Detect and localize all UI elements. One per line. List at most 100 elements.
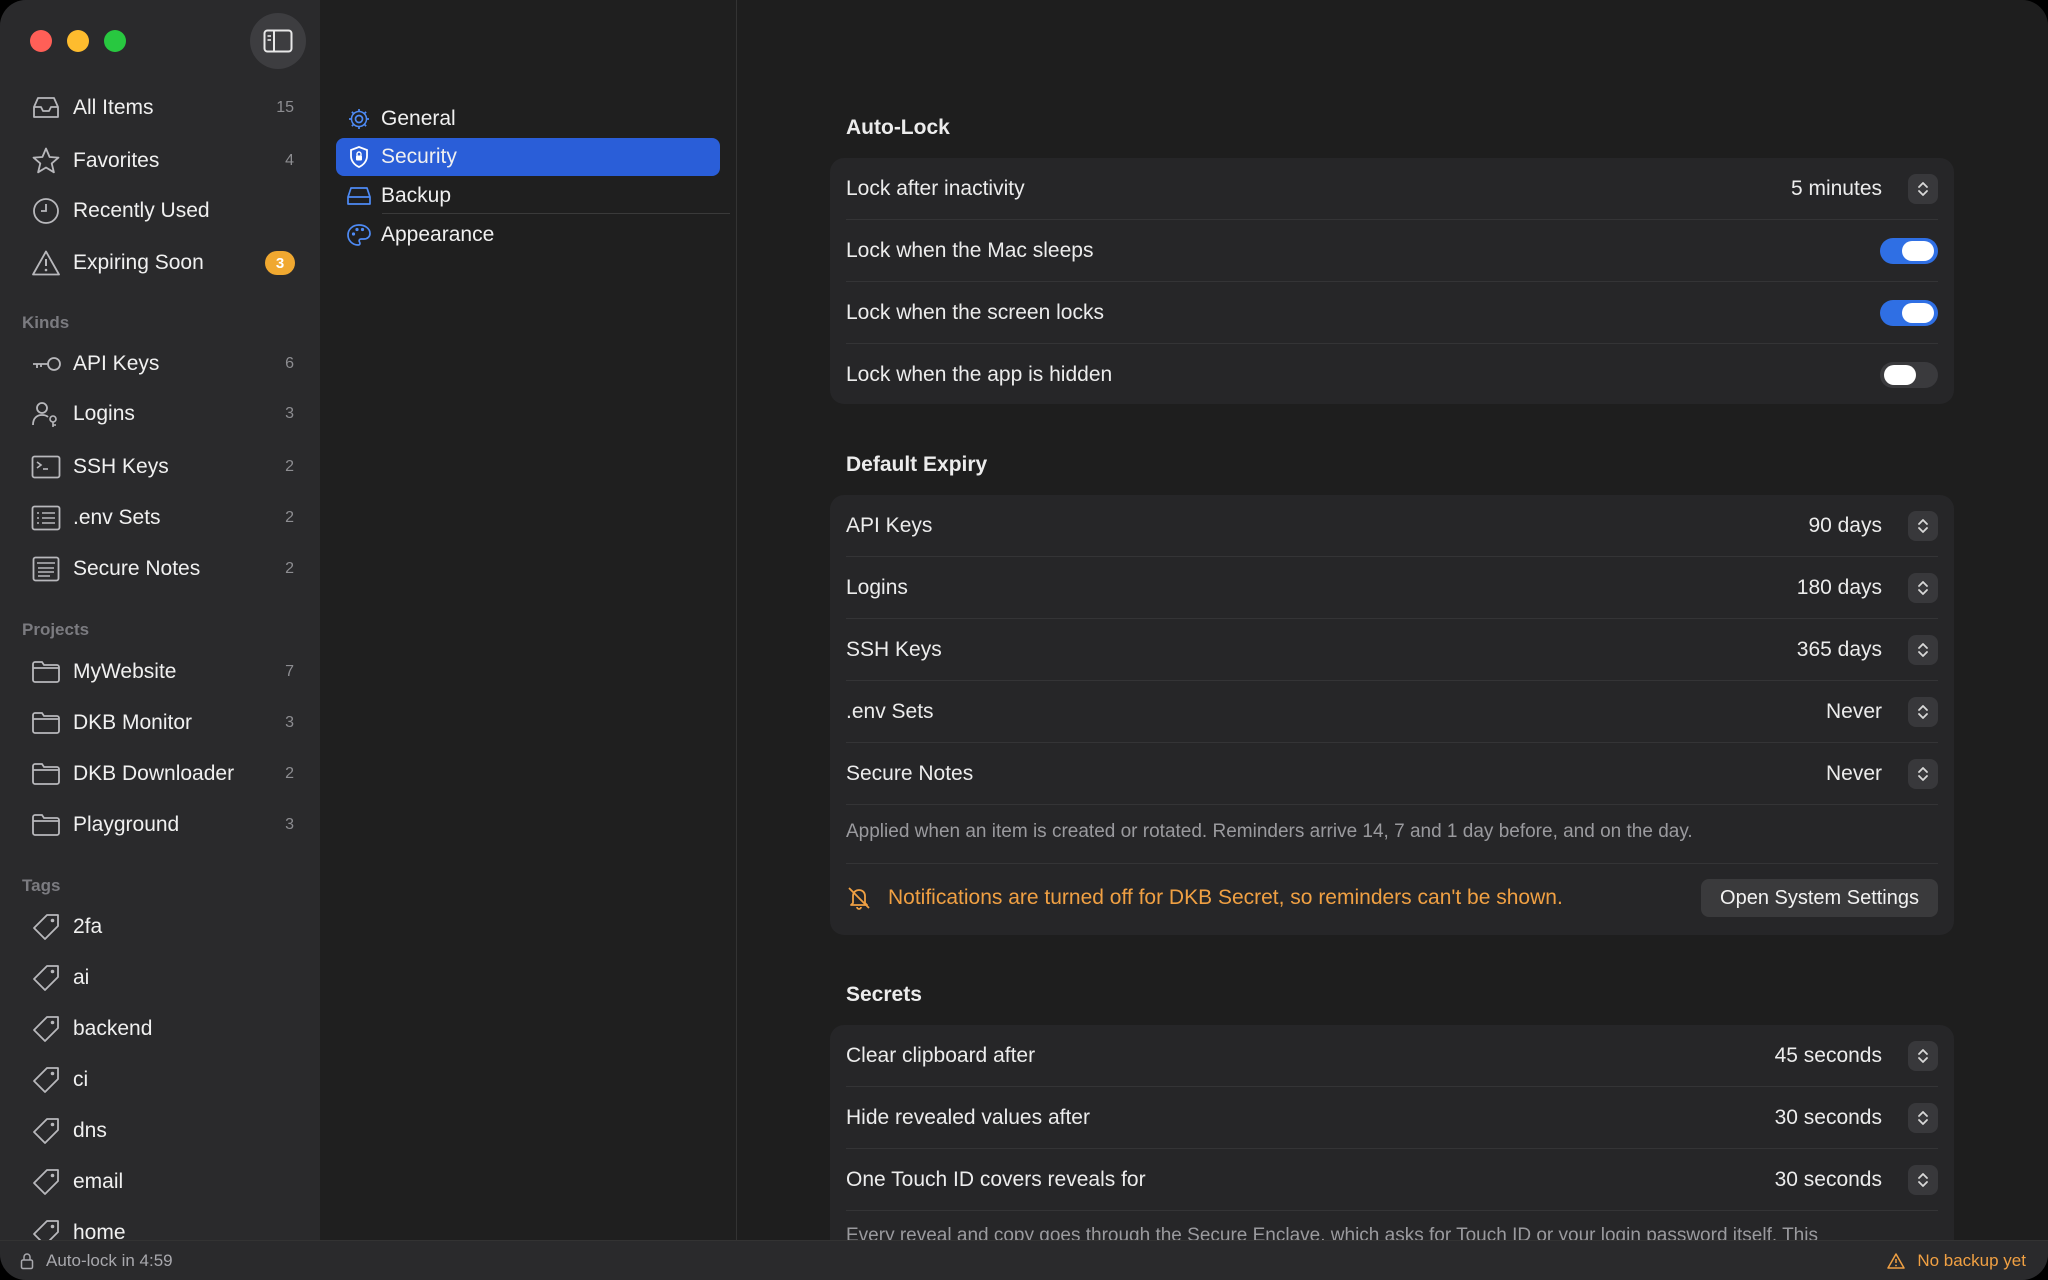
minimize-window-button[interactable] [67, 30, 89, 52]
backup-status-text: No backup yet [1917, 1251, 2026, 1270]
hide-revealed-row: Hide revealed values after 30 seconds [846, 1087, 1938, 1149]
sidebar-item-ssh-keys[interactable]: SSH Keys 2 [0, 445, 320, 489]
secrets-footnote: Every reveal and copy goes through the S… [846, 1225, 1818, 1240]
open-system-settings-button[interactable]: Open System Settings [1701, 879, 1938, 917]
sidebar-item-label: backend [73, 1017, 153, 1040]
row-label: Secure Notes [846, 762, 974, 785]
chevron-updown-icon [1918, 581, 1928, 595]
sidebar-item-favorites[interactable]: Favorites 4 [0, 139, 320, 183]
sidebar-item-label: Favorites [73, 149, 160, 172]
lock-screen-locks-toggle[interactable] [1880, 300, 1938, 326]
lock-app-hidden-toggle[interactable] [1880, 362, 1938, 388]
sidebar-item-label: Recently Used [73, 199, 210, 222]
gear-icon [346, 106, 372, 132]
secrets-stepper[interactable] [1908, 1103, 1938, 1133]
expiry-value[interactable]: 365 days [1797, 638, 1882, 662]
sidebar-item-label: Secure Notes [73, 557, 201, 580]
auto-lock-status: Auto-lock in 4:59 [20, 1241, 173, 1280]
clear-clipboard-row: Clear clipboard after 45 seconds [846, 1025, 1938, 1087]
expiry-value[interactable]: Never [1826, 700, 1882, 724]
item-count: 3 [285, 714, 294, 731]
expiry-stepper[interactable] [1908, 511, 1938, 541]
nav-item-appearance[interactable]: Appearance [336, 216, 720, 254]
row-label: Clear clipboard after [846, 1044, 1036, 1067]
notifications-warning: Notifications are turned off for DKB Sec… [846, 868, 1938, 928]
row-label: SSH Keys [846, 638, 942, 661]
sidebar-item-label: ai [73, 966, 90, 989]
secrets-value[interactable]: 30 seconds [1775, 1106, 1882, 1130]
item-count: 2 [285, 458, 294, 475]
secrets-stepper[interactable] [1908, 1165, 1938, 1195]
lock-mac-sleeps-row: Lock when the Mac sleeps [846, 220, 1938, 282]
secrets-stepper[interactable] [1908, 1041, 1938, 1071]
sidebar-item-tag-dns[interactable]: dns [0, 1109, 320, 1153]
warning-icon [1887, 1253, 1906, 1269]
projects-heading: Projects [22, 620, 90, 639]
secrets-value[interactable]: 30 seconds [1775, 1168, 1882, 1192]
sidebar-item-api-keys[interactable]: API Keys 6 [0, 342, 320, 386]
sidebar-item-tag-2fa[interactable]: 2fa [0, 905, 320, 949]
sidebar-item-logins[interactable]: Logins 3 [0, 392, 320, 436]
sidebar-item-label: DKB Monitor [73, 711, 193, 734]
sidebar-toggle-button[interactable] [250, 13, 306, 69]
sidebar-item-tag-ci[interactable]: ci [0, 1058, 320, 1102]
toggle-knob [1884, 365, 1916, 385]
lock-mac-sleeps-toggle[interactable] [1880, 238, 1938, 264]
sidebar-item-playground[interactable]: Playground 3 [0, 803, 320, 847]
expiry-stepper[interactable] [1908, 697, 1938, 727]
sidebar-item-secure-notes[interactable]: Secure Notes 2 [0, 547, 320, 591]
lock-after-value[interactable]: 5 minutes [1791, 177, 1882, 201]
sidebar-item-dkb-monitor[interactable]: DKB Monitor 3 [0, 701, 320, 745]
sidebar-item-label: .env Sets [73, 506, 161, 529]
sidebar-item-recently-used[interactable]: Recently Used [0, 189, 320, 233]
secrets-value[interactable]: 45 seconds [1775, 1044, 1882, 1068]
sidebar-item-env-sets[interactable]: .env Sets 2 [0, 496, 320, 540]
row-label: .env Sets [846, 700, 934, 723]
row-label: Lock after inactivity [846, 177, 1025, 200]
nav-item-general[interactable]: General [336, 100, 720, 138]
expiry-footnote: Applied when an item is created or rotat… [846, 821, 1693, 842]
expiry-value[interactable]: 90 days [1808, 514, 1882, 538]
sidebar-item-all-items[interactable]: All Items 15 [0, 86, 320, 130]
auto-lock-heading: Auto-Lock [846, 116, 950, 139]
row-label: Lock when the screen locks [846, 301, 1104, 324]
folder-icon [30, 707, 62, 739]
key-icon [30, 348, 62, 380]
sidebar-item-tag-email[interactable]: email [0, 1160, 320, 1204]
toggle-knob [1902, 303, 1934, 323]
toggle-knob [1902, 241, 1934, 261]
nav-item-backup[interactable]: Backup [336, 177, 720, 215]
chevron-updown-icon [1918, 1173, 1928, 1187]
sidebar-item-tag-ai[interactable]: ai [0, 956, 320, 1000]
row-divider [846, 804, 1938, 805]
expiry-value[interactable]: Never [1826, 762, 1882, 786]
sidebar-item-dkb-downloader[interactable]: DKB Downloader 2 [0, 752, 320, 796]
list-icon [30, 502, 62, 534]
row-label: Lock when the Mac sleeps [846, 239, 1094, 262]
expiry-stepper[interactable] [1908, 759, 1938, 789]
sidebar-item-expiring-soon[interactable]: Expiring Soon 3 [0, 241, 320, 285]
terminal-icon [30, 451, 62, 483]
chevron-updown-icon [1918, 767, 1928, 781]
nav-item-security[interactable]: Security [336, 138, 720, 176]
row-label: Lock when the app is hidden [846, 363, 1113, 386]
expiring-badge: 3 [265, 251, 295, 275]
sidebar-item-mywebsite[interactable]: MyWebsite 7 [0, 650, 320, 694]
expiry-value[interactable]: 180 days [1797, 576, 1882, 600]
kinds-heading: Kinds [22, 313, 70, 332]
item-count: 6 [285, 355, 294, 372]
tag-icon [30, 911, 62, 943]
status-bar: Auto-lock in 4:59 No backup yet [0, 1240, 2048, 1280]
backup-status[interactable]: No backup yet [1887, 1241, 2026, 1280]
folder-icon [30, 656, 62, 688]
expiry-row-secure-notes: Secure Notes Never [846, 743, 1938, 805]
close-window-button[interactable] [30, 30, 52, 52]
person-key-icon [30, 398, 62, 430]
sidebar-item-tag-backend[interactable]: backend [0, 1007, 320, 1051]
zoom-window-button[interactable] [104, 30, 126, 52]
expiry-stepper[interactable] [1908, 573, 1938, 603]
row-label: API Keys [846, 514, 933, 537]
tags-heading: Tags [22, 876, 61, 895]
expiry-stepper[interactable] [1908, 635, 1938, 665]
lock-after-stepper[interactable] [1908, 174, 1938, 204]
